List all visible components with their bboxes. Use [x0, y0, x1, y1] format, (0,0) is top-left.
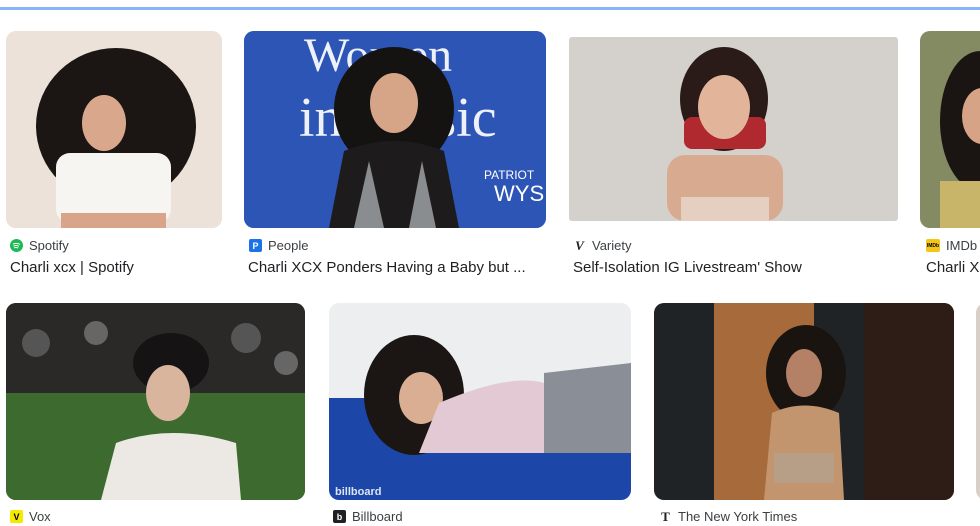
result-caption[interactable]: Charli X [926, 259, 980, 276]
source-label: IMDb [946, 238, 978, 253]
variety-icon: V [575, 237, 584, 253]
photo-livestream [569, 37, 898, 221]
result-caption[interactable]: Charli XCX Ponders Having a Baby but ... [248, 259, 548, 276]
result-caption[interactable]: Self-Isolation IG Livestream' Show [573, 259, 903, 276]
result-source[interactable]: Spotify [10, 238, 69, 253]
top-accent-line [0, 7, 980, 10]
source-label: Variety [592, 238, 632, 253]
billboard-icon: b [333, 510, 346, 523]
result-thumbnail[interactable] [6, 31, 222, 228]
photo-portrait [6, 31, 222, 228]
result-caption[interactable]: Charli xcx | Spotify [10, 259, 230, 276]
imdb-icon: IMDb [926, 239, 940, 252]
result-thumbnail[interactable]: Women in Music PATRIOT WYS [244, 31, 546, 228]
nyt-icon: T [661, 508, 670, 524]
result-source[interactable]: V Vox [10, 509, 51, 524]
spotify-icon [10, 239, 23, 252]
source-label: Billboard [352, 509, 403, 524]
result-thumbnail[interactable]: billboard [329, 303, 631, 500]
photo-editorial [654, 303, 954, 500]
photo-red-carpet: Women in Music PATRIOT WYS [244, 31, 546, 228]
backdrop-text-patriot: PATRIOT [484, 168, 535, 182]
photo-portrait [920, 31, 980, 228]
people-icon: P [249, 239, 262, 252]
result-thumbnail[interactable] [654, 303, 954, 500]
watermark-billboard: billboard [335, 486, 381, 498]
result-source[interactable]: V Variety [573, 237, 632, 254]
vox-icon: V [10, 510, 23, 523]
result-source[interactable]: IMDb IMDb [926, 238, 977, 253]
top-progress-bar [0, 0, 980, 10]
result-source[interactable]: P People [249, 238, 308, 253]
source-label: People [268, 238, 309, 253]
source-label: The New York Times [678, 509, 798, 524]
result-source[interactable]: b Billboard [333, 509, 403, 524]
result-thumbnail[interactable] [569, 37, 898, 221]
result-thumbnail[interactable] [6, 303, 305, 500]
result-source[interactable]: T The New York Times [659, 508, 798, 525]
result-thumbnail[interactable] [920, 31, 980, 228]
source-label: Spotify [29, 238, 69, 253]
backdrop-text-wys: WYS [494, 181, 544, 206]
photo-billboard-shoot: billboard [329, 303, 631, 500]
result-thumbnail[interactable] [976, 303, 980, 500]
photo-met-gala [6, 303, 305, 500]
source-label: Vox [29, 509, 51, 524]
